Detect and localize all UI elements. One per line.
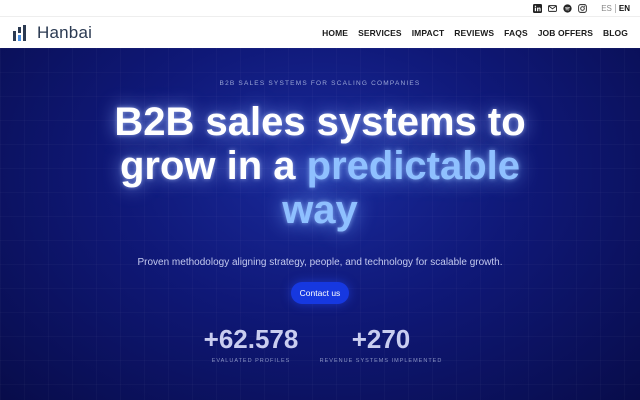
brand-name: Hanbai <box>37 22 93 42</box>
hero-subtitle: Proven methodology aligning strategy, pe… <box>137 257 503 268</box>
spotify-icon[interactable] <box>562 3 572 13</box>
hero-section: B2B SALES SYSTEMS FOR SCALING COMPANIES … <box>0 48 640 400</box>
nav-item-blog[interactable]: BLOG <box>603 28 628 38</box>
hanbai-logo-icon <box>13 24 26 41</box>
language-switcher: ES EN <box>601 3 630 13</box>
hero-eyebrow: B2B SALES SYSTEMS FOR SCALING COMPANIES <box>219 80 421 87</box>
lang-es-link[interactable]: ES <box>601 4 612 13</box>
stat-value: +270 <box>351 324 411 354</box>
nav-item-job-offers[interactable]: JOB OFFERS <box>538 28 593 38</box>
headline-line-3: way <box>282 188 358 232</box>
hero-headline: B2B sales systems to grow in a predictab… <box>0 100 640 232</box>
contact-us-button[interactable]: Contact us <box>291 282 349 304</box>
headline-line-2a: grow in a <box>119 144 307 188</box>
nav-item-faqs[interactable]: FAQS <box>504 28 528 38</box>
hero-stats: +62.578 EVALUATED PROFILES +270 REVENUE … <box>0 324 640 374</box>
stat-revenue-systems: +270 REVENUE SYSTEMS IMPLEMENTED <box>318 324 444 364</box>
stat-value: +62.578 <box>203 324 299 354</box>
social-links <box>532 3 587 13</box>
headline-highlight: predictable <box>306 144 521 188</box>
nav-item-services[interactable]: SERVICES <box>358 28 402 38</box>
lang-en-link[interactable]: EN <box>619 4 630 13</box>
linkedin-icon[interactable] <box>532 3 542 13</box>
nav-item-impact[interactable]: IMPACT <box>412 28 445 38</box>
stat-label: EVALUATED PROFILES <box>211 358 291 364</box>
lang-divider <box>614 3 616 13</box>
instagram-icon[interactable] <box>577 3 587 13</box>
email-icon[interactable] <box>547 3 557 13</box>
stat-evaluated-profiles: +62.578 EVALUATED PROFILES <box>190 324 312 364</box>
headline-line-1: B2B sales systems to <box>114 100 526 144</box>
nav-menu: HOME SERVICES IMPACT REVIEWS FAQS JOB OF… <box>322 28 628 38</box>
main-nav: Hanbai HOME SERVICES IMPACT REVIEWS FAQS… <box>0 16 640 48</box>
brand-logo[interactable]: Hanbai <box>12 23 92 43</box>
stat-label: REVENUE SYSTEMS IMPLEMENTED <box>319 358 443 364</box>
utility-bar: ES EN <box>0 0 640 16</box>
nav-item-home[interactable]: HOME <box>322 28 348 38</box>
nav-item-reviews[interactable]: REVIEWS <box>454 28 494 38</box>
